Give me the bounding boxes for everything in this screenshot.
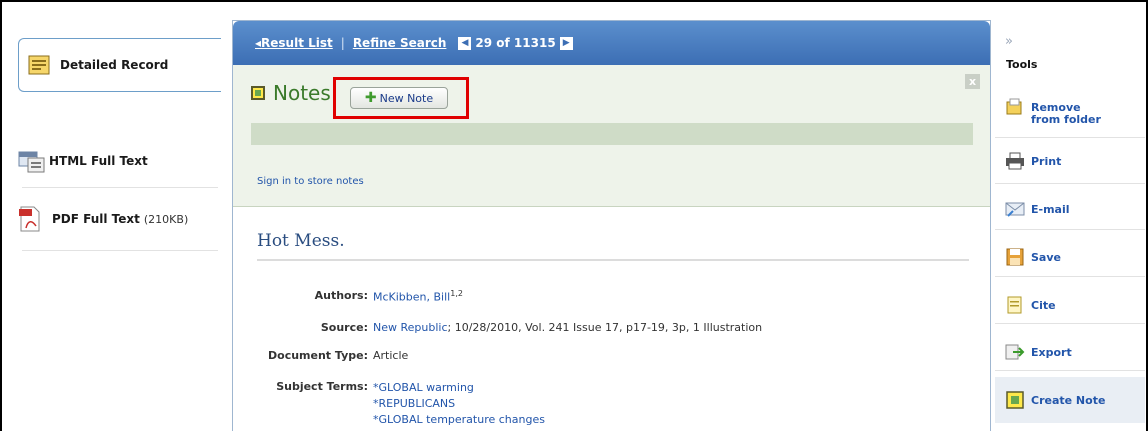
tool-remove-from-folder[interactable]: Remove from folder — [1005, 88, 1143, 126]
tool-save-label: Save — [1031, 250, 1061, 264]
title-divider — [257, 259, 969, 261]
previous-record-icon[interactable]: ◀ — [458, 36, 472, 50]
document-type-label: Document Type: — [268, 349, 368, 362]
nav-html-full-text-label: HTML Full Text — [49, 154, 148, 168]
subject-terms-label: Subject Terms: — [276, 380, 368, 393]
source-label: Source: — [320, 321, 368, 334]
tool-divider — [995, 323, 1145, 324]
nav-pdf-full-text-label: PDF Full Text — [52, 212, 140, 226]
tool-cite-label: Cite — [1031, 298, 1056, 312]
tool-print[interactable]: Print — [1005, 152, 1143, 170]
html-icon — [18, 151, 45, 173]
record-title: Hot Mess. — [257, 231, 345, 251]
export-icon — [1005, 344, 1025, 360]
note-icon — [251, 86, 265, 100]
nav-divider — [22, 250, 218, 251]
authors-label: Authors: — [314, 289, 368, 302]
collapse-right-icon[interactable]: » — [1005, 34, 1013, 49]
tool-divider — [995, 183, 1145, 184]
nav-divider — [22, 187, 218, 188]
author-affiliation: 1,2 — [450, 289, 463, 298]
record-position: 29 of 11315 — [475, 36, 556, 50]
tool-save[interactable]: Save — [1005, 248, 1143, 266]
source-link[interactable]: New Republic — [373, 321, 448, 334]
refine-search-link[interactable]: Refine Search — [353, 36, 447, 50]
notes-heading: Notes — [251, 81, 331, 105]
tool-remove-from-folder-label: Remove from folder — [1031, 101, 1101, 126]
record-icon — [28, 55, 50, 75]
save-icon — [1006, 248, 1024, 266]
nav-detailed-record-label: Detailed Record — [60, 58, 169, 72]
tool-divider — [995, 137, 1145, 138]
close-icon[interactable]: x — [965, 74, 980, 89]
author-link[interactable]: McKibben, Bill — [373, 291, 450, 304]
source-field: Source: New Republic; 10/28/2010, Vol. 2… — [233, 321, 762, 334]
tool-print-label: Print — [1031, 154, 1062, 168]
tool-divider — [995, 276, 1145, 277]
cite-icon — [1007, 296, 1022, 314]
subject-term-link[interactable]: *GLOBAL temperature changes — [373, 413, 545, 426]
result-list-link[interactable]: ◂Result List — [255, 36, 333, 50]
document-type-value: Article — [373, 349, 409, 362]
pdf-icon — [19, 206, 40, 232]
note-icon — [1006, 391, 1024, 409]
result-navigation-bar: ◂Result List | Refine Search ◀ 29 of 113… — [233, 21, 990, 65]
highlight-box — [333, 77, 469, 119]
notes-panel: Notes ✚ New Note x Sign in to store note… — [233, 65, 990, 207]
email-icon — [1005, 202, 1025, 217]
nav-separator: | — [340, 36, 345, 50]
subject-terms-field: Subject Terms: *GLOBAL warming *REPUBLIC… — [233, 380, 545, 428]
printer-icon — [1006, 152, 1024, 170]
tool-export-label: Export — [1031, 345, 1072, 359]
tools-heading: Tools — [1006, 58, 1038, 71]
tool-export[interactable]: Export — [1005, 343, 1143, 361]
subject-term-link[interactable]: *REPUBLICANS — [373, 397, 455, 410]
nav-html-full-text[interactable]: HTML Full Text — [18, 146, 218, 176]
record-panel: ◂Result List | Refine Search ◀ 29 of 113… — [232, 20, 991, 431]
pdf-size: (210KB) — [143, 212, 189, 226]
notes-title: Notes — [273, 81, 331, 105]
tool-cite[interactable]: Cite — [1005, 296, 1143, 314]
tool-create-note-label: Create Note — [1031, 393, 1106, 407]
tool-email[interactable]: E-mail — [1005, 200, 1143, 218]
notes-list-bar — [251, 123, 973, 145]
source-details: ; 10/28/2010, Vol. 241 Issue 17, p17-19,… — [447, 321, 763, 334]
tool-divider — [995, 229, 1145, 230]
nav-pdf-full-text[interactable]: PDF Full Text (210KB) — [18, 204, 218, 234]
subject-term-link[interactable]: *GLOBAL warming — [373, 381, 474, 394]
tool-divider — [995, 370, 1145, 371]
tool-email-label: E-mail — [1031, 202, 1070, 216]
nav-detailed-record[interactable]: Detailed Record — [18, 38, 221, 92]
authors-field: Authors: McKibben, Bill1,2 — [233, 289, 463, 304]
tool-create-note[interactable]: Create Note — [995, 377, 1145, 423]
next-record-icon[interactable]: ▶ — [559, 36, 573, 50]
document-type-field: Document Type: Article — [233, 349, 408, 362]
sign-in-link[interactable]: Sign in to store notes — [257, 176, 364, 187]
folder-icon — [1006, 98, 1022, 115]
